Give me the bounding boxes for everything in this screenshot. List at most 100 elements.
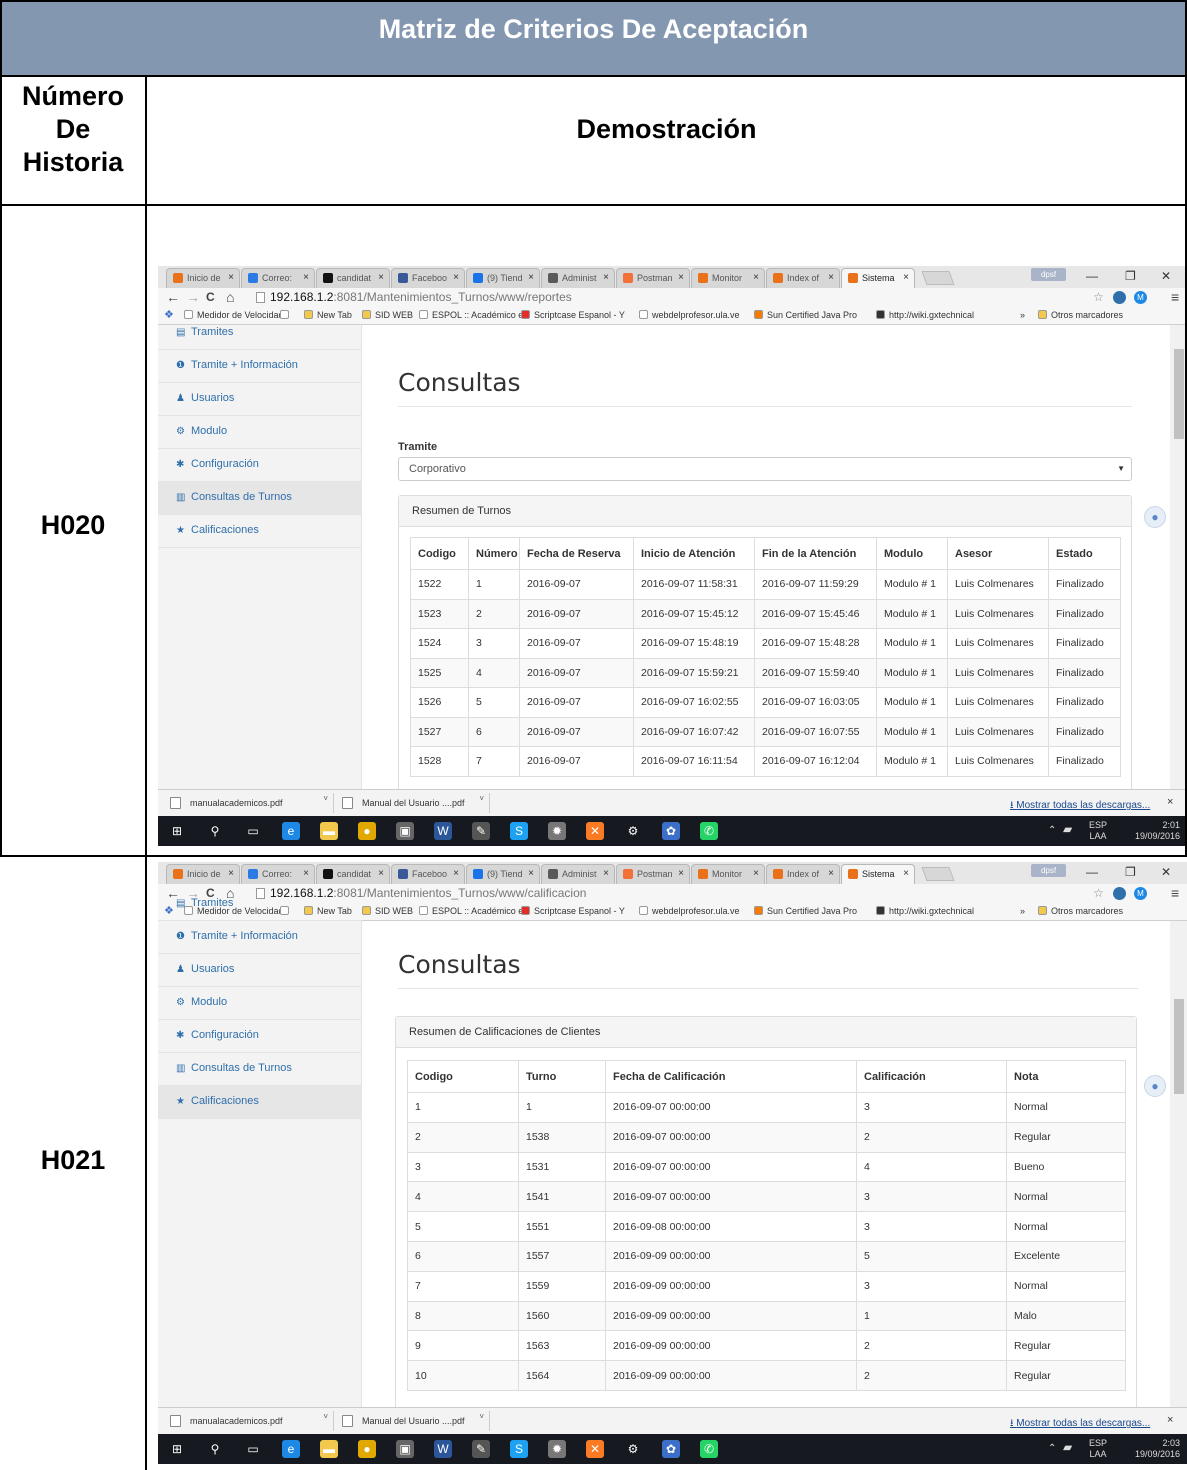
bookmark-item[interactable]: ESPOL :: Académico e <box>419 310 523 320</box>
settings-gear-icon[interactable]: ✹ <box>548 1440 566 1458</box>
tab-close-icon[interactable]: × <box>378 272 384 283</box>
chrome-icon[interactable]: ● <box>358 1440 376 1458</box>
language-indicator[interactable]: ESP LAA <box>1086 1438 1110 1460</box>
browser-tab[interactable]: Correo: × <box>241 864 315 884</box>
tab-close-icon[interactable]: × <box>228 272 234 283</box>
file-explorer-icon[interactable]: ▬ <box>320 1440 338 1458</box>
chevron-down-icon[interactable]: ˅ <box>479 1412 484 1421</box>
show-all-downloads-link[interactable]: ⭳ Mostrar todas las descargas... <box>1010 798 1150 815</box>
star-icon[interactable]: ☆ <box>1092 291 1105 304</box>
close-window-icon[interactable]: ✕ <box>1161 865 1171 879</box>
sidebar-item[interactable]: ★ Calificaciones <box>158 1086 362 1119</box>
minimize-icon[interactable]: — <box>1086 865 1098 879</box>
browser-tab[interactable]: Index of × <box>766 864 840 884</box>
chrome-icon[interactable]: ● <box>358 822 376 840</box>
edge-browser-icon[interactable]: e <box>282 822 300 840</box>
skype-icon[interactable]: S <box>510 822 528 840</box>
tab-close-icon[interactable]: × <box>678 868 684 879</box>
sidebar-item[interactable]: ★ Calificaciones <box>158 515 362 548</box>
column-header[interactable]: Número <box>468 537 520 570</box>
url-input[interactable]: 192.168.1.2:8081/Mantenimientos_Turnos/w… <box>254 290 1086 305</box>
column-header[interactable]: Modulo <box>876 537 948 570</box>
column-header[interactable]: Codigo <box>407 1060 519 1093</box>
profile-badge[interactable]: dpsf <box>1031 864 1066 877</box>
sidebar-item[interactable]: ⚙ Modulo <box>158 987 362 1020</box>
back-arrow-icon[interactable]: ← <box>166 289 180 305</box>
restore-icon[interactable]: ❐ <box>1125 269 1136 283</box>
browser-tab[interactable]: Faceboo × <box>391 268 465 288</box>
browser-tab[interactable]: Inicio de × <box>166 864 240 884</box>
bookmark-item[interactable]: » <box>1020 906 1025 916</box>
sidebar-item[interactable]: ⚙ Modulo <box>158 416 362 449</box>
download-item[interactable]: manualacademicos.pdf ˅ <box>162 1411 334 1431</box>
extension-m-icon[interactable]: M <box>1134 291 1147 304</box>
pen-icon[interactable]: ✎ <box>472 822 490 840</box>
sidebar-item[interactable]: ❶ Tramite + Información <box>158 350 362 383</box>
browser-tab[interactable]: Monitor × <box>691 864 765 884</box>
tab-close-icon[interactable]: × <box>828 868 834 879</box>
browser-tab[interactable]: (9) Tiend × <box>466 864 540 884</box>
sidebar-item[interactable]: ✱ Configuración <box>158 449 362 482</box>
extension-shield-icon[interactable] <box>1113 887 1126 900</box>
bookmark-item[interactable]: Scriptcase Espanol - Y <box>521 310 625 320</box>
tab-close-icon[interactable]: × <box>903 272 909 283</box>
bookmark-item[interactable]: http://wiki.gxtechnical <box>876 906 974 916</box>
tab-close-icon[interactable]: × <box>453 272 459 283</box>
column-header[interactable]: Fecha de Reserva <box>519 537 634 570</box>
tab-close-icon[interactable]: × <box>453 868 459 879</box>
new-tab-button[interactable] <box>921 867 955 881</box>
paint-icon[interactable]: ✿ <box>662 1440 680 1458</box>
forward-arrow-icon[interactable]: → <box>186 289 200 305</box>
bookmark-item[interactable]: SID WEB <box>362 906 413 916</box>
bookmark-item[interactable]: » <box>1020 310 1025 320</box>
bookmark-item[interactable]: Scriptcase Espanol - Y <box>521 906 625 916</box>
browser-tab[interactable]: candidat × <box>316 864 390 884</box>
chevron-down-icon[interactable]: ˅ <box>479 794 484 803</box>
browser-tab[interactable]: Postman × <box>616 864 690 884</box>
sidebar-item[interactable]: ♟ Usuarios <box>158 383 362 416</box>
minimize-icon[interactable]: — <box>1086 269 1098 283</box>
gear-icon[interactable]: ⚙ <box>624 1440 642 1458</box>
clock[interactable]: 2:01 19/09/2016 <box>1118 820 1180 842</box>
new-tab-button[interactable] <box>921 271 955 285</box>
tab-close-icon[interactable]: × <box>303 868 309 879</box>
tab-close-icon[interactable]: × <box>303 272 309 283</box>
column-header[interactable]: Fecha de Calificación <box>605 1060 857 1093</box>
download-item[interactable]: Manual del Usuario ....pdf ˅ <box>334 793 490 813</box>
tray-chevron-icon[interactable]: ⌃ <box>1048 1443 1056 1454</box>
sidebar-item[interactable]: ▥ Consultas de Turnos <box>158 482 362 515</box>
browser-tab[interactable]: Postman × <box>616 268 690 288</box>
store-icon[interactable]: ▣ <box>396 1440 414 1458</box>
notifications-icon[interactable]: ▰ <box>1063 823 1072 835</box>
browser-tab[interactable]: Inicio de × <box>166 268 240 288</box>
paint-icon[interactable]: ✿ <box>662 822 680 840</box>
vertical-scrollbar[interactable] <box>1170 921 1187 1407</box>
chevron-down-icon[interactable]: ˅ <box>323 1412 328 1421</box>
xampp-icon[interactable]: ✕ <box>586 1440 604 1458</box>
file-explorer-icon[interactable]: ▬ <box>320 822 338 840</box>
sidebar-item[interactable]: ▤ Tramites <box>158 317 362 350</box>
search-icon[interactable]: ⚲ <box>206 1440 224 1458</box>
browser-tab[interactable]: Sistema × <box>841 268 915 288</box>
whatsapp-icon[interactable]: ✆ <box>700 1440 718 1458</box>
windows-start-icon[interactable]: ⊞ <box>168 822 186 840</box>
sidebar-item[interactable]: ▥ Consultas de Turnos <box>158 1053 362 1086</box>
word-icon[interactable]: W <box>434 822 452 840</box>
task-view-icon[interactable]: ▭ <box>244 1440 262 1458</box>
settings-gear-icon[interactable]: ✹ <box>548 822 566 840</box>
chevron-down-icon[interactable]: ˅ <box>323 794 328 803</box>
bookmark-item[interactable]: ESPOL :: Académico e <box>419 906 523 916</box>
tab-close-icon[interactable]: × <box>528 868 534 879</box>
word-icon[interactable]: W <box>434 1440 452 1458</box>
clock[interactable]: 2:03 19/09/2016 <box>1118 1438 1180 1460</box>
column-header[interactable]: Calificación <box>856 1060 1007 1093</box>
menu-icon[interactable]: ≡ <box>1171 289 1179 305</box>
bookmark-item[interactable]: Sun Certified Java Pro <box>754 310 857 320</box>
column-header[interactable]: Nota <box>1006 1060 1126 1093</box>
browser-tab[interactable]: Correo: × <box>241 268 315 288</box>
column-header[interactable]: Inicio de Atención <box>633 537 755 570</box>
microphone-icon[interactable]: ● <box>1144 1075 1166 1097</box>
language-indicator[interactable]: ESP LAA <box>1086 820 1110 842</box>
sidebar-item[interactable]: ▤ Tramites <box>158 888 362 921</box>
bookmark-item[interactable]: Sun Certified Java Pro <box>754 906 857 916</box>
